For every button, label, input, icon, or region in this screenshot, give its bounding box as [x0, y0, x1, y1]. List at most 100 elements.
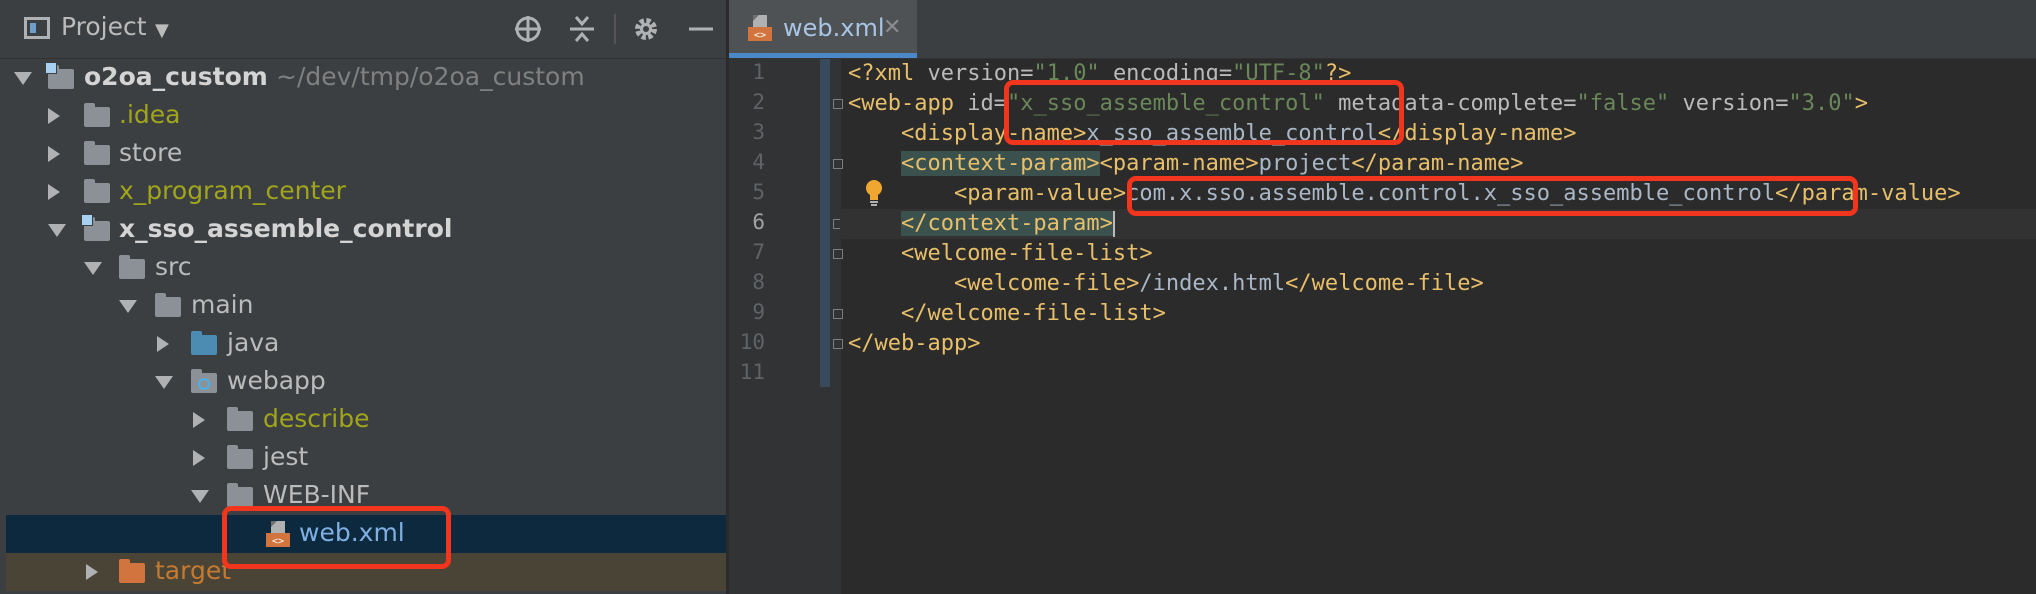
expanded-arrow-icon[interactable]: [155, 376, 173, 389]
expanded-arrow-icon[interactable]: [14, 72, 32, 85]
line-number-current: 6: [752, 210, 765, 234]
collapse-icon[interactable]: [567, 14, 597, 44]
code-op: =: [1563, 91, 1577, 116]
expanded-arrow-icon[interactable]: [84, 262, 102, 275]
collapsed-arrow-icon[interactable]: [48, 184, 60, 200]
fold-marker[interactable]: [833, 339, 843, 349]
tree-item-webapp[interactable]: webapp: [6, 363, 726, 401]
tree-item-main[interactable]: main: [6, 287, 726, 325]
line-number: 4: [752, 150, 765, 174]
line-number: 10: [739, 330, 765, 354]
project-panel-header: Project ▼: [0, 0, 726, 59]
minimize-icon[interactable]: [686, 14, 716, 44]
collapsed-arrow-icon[interactable]: [86, 564, 98, 580]
fold-marker[interactable]: [833, 309, 843, 319]
tab-web-xml[interactable]: <> web.xml ✕: [729, 0, 917, 58]
fold-marker[interactable]: [833, 249, 843, 259]
line-number: 9: [752, 300, 765, 324]
expanded-arrow-icon[interactable]: [191, 490, 209, 503]
collapsed-arrow-icon[interactable]: [48, 108, 60, 124]
collapsed-arrow-icon[interactable]: [193, 412, 205, 428]
annotation-box-webxml: [222, 506, 451, 569]
line-number: 1: [752, 60, 765, 84]
tree-item-label: java: [227, 328, 280, 357]
code-tag: </web-app>: [848, 331, 981, 356]
code-tag-matched: </context-param>: [900, 211, 1113, 236]
gear-icon[interactable]: [631, 14, 661, 44]
code-line-9[interactable]: </welcome-file-list>: [848, 299, 1166, 329]
collapsed-arrow-icon[interactable]: [48, 146, 60, 162]
tree-item-x-program-center[interactable]: x_program_center: [6, 173, 726, 211]
line-number: 3: [752, 120, 765, 144]
tree-item-label: store: [119, 138, 183, 167]
code-line-8[interactable]: <welcome-file>/index.html</welcome-file>: [848, 269, 1484, 299]
collapsed-arrow-icon[interactable]: [193, 450, 205, 466]
folder-icon: [227, 483, 253, 507]
tree-item-idea[interactable]: .idea: [6, 97, 726, 135]
folder-icon: [227, 445, 253, 469]
fold-marker[interactable]: [833, 99, 843, 109]
tree-item-label: webapp: [227, 366, 326, 395]
tree-item-x-sso-assemble-control[interactable]: x_sso_assemble_control: [6, 211, 726, 249]
excluded-folder-icon: [119, 559, 145, 583]
expanded-arrow-icon[interactable]: [48, 224, 66, 237]
code-attr: id: [967, 91, 994, 116]
tree-item-store[interactable]: store: [6, 135, 726, 173]
code-op: =: [1775, 91, 1789, 116]
line-number: 8: [752, 270, 765, 294]
source-folder-icon: [191, 331, 217, 355]
tree-item-java[interactable]: java: [6, 325, 726, 363]
code-tag: <web-app: [848, 91, 968, 116]
active-tab-indicator: [729, 53, 917, 58]
fold-marker[interactable]: [833, 159, 843, 169]
tree-item-jest[interactable]: jest: [6, 439, 726, 477]
collapsed-arrow-icon[interactable]: [157, 336, 169, 352]
code-attr: version: [1682, 91, 1776, 116]
code-tag-matched: <context-param>: [900, 151, 1100, 176]
tree-item-src[interactable]: src: [6, 249, 726, 287]
code-tag: <param-name>: [1099, 151, 1259, 176]
module-folder-icon: [45, 62, 74, 89]
chevron-down-icon[interactable]: ▼: [155, 20, 169, 41]
close-icon[interactable]: ✕: [883, 15, 901, 40]
folder-icon: [84, 179, 110, 203]
tree-item-label: jest: [263, 442, 309, 471]
code-tag: </param-name>: [1351, 151, 1524, 176]
vcs-change-marker: [820, 59, 830, 387]
xml-file-icon: <>: [748, 15, 772, 41]
tree-item-label: main: [191, 290, 254, 319]
tree-item-o2oa-custom[interactable]: o2oa_custom ~/dev/tmp/o2oa_custom: [6, 59, 726, 97]
code-tag: </display-name>: [1377, 121, 1577, 146]
code-tag: </welcome-file>: [1285, 271, 1484, 296]
tree-item-label: x_program_center: [119, 176, 346, 205]
code-line-7[interactable]: <welcome-file-list>: [848, 239, 1153, 269]
editor-tab-bar: <> web.xml ✕: [729, 0, 2036, 59]
code-line-10[interactable]: </web-app>: [848, 329, 980, 359]
code-tag: </welcome-file-list>: [900, 301, 1166, 326]
folder-icon: [227, 407, 253, 431]
line-number: 2: [752, 90, 765, 114]
project-panel-icon[interactable]: [24, 17, 50, 39]
code-text: project: [1258, 151, 1352, 176]
annotation-box-id-and-display-name: [1004, 80, 1404, 145]
header-divider: [614, 14, 616, 44]
crosshair-icon[interactable]: [513, 14, 543, 44]
project-panel-title[interactable]: Project: [61, 12, 147, 41]
code-tag-end: >: [1854, 91, 1868, 116]
code-line-4[interactable]: <context-param><param-name>project</para…: [848, 149, 1524, 179]
expanded-arrow-icon[interactable]: [119, 300, 137, 313]
code-tag: <welcome-file-list>: [900, 241, 1153, 266]
line-number: 11: [739, 360, 765, 384]
tree-item-label: o2oa_custom: [84, 62, 268, 91]
module-folder-icon: [81, 214, 110, 241]
code-text: /index.html: [1139, 271, 1286, 296]
text-caret: [1112, 211, 1115, 237]
tree-item-describe[interactable]: describe: [6, 401, 726, 439]
web-folder-icon: [191, 369, 217, 393]
annotation-box-param-value: [1127, 176, 1858, 216]
